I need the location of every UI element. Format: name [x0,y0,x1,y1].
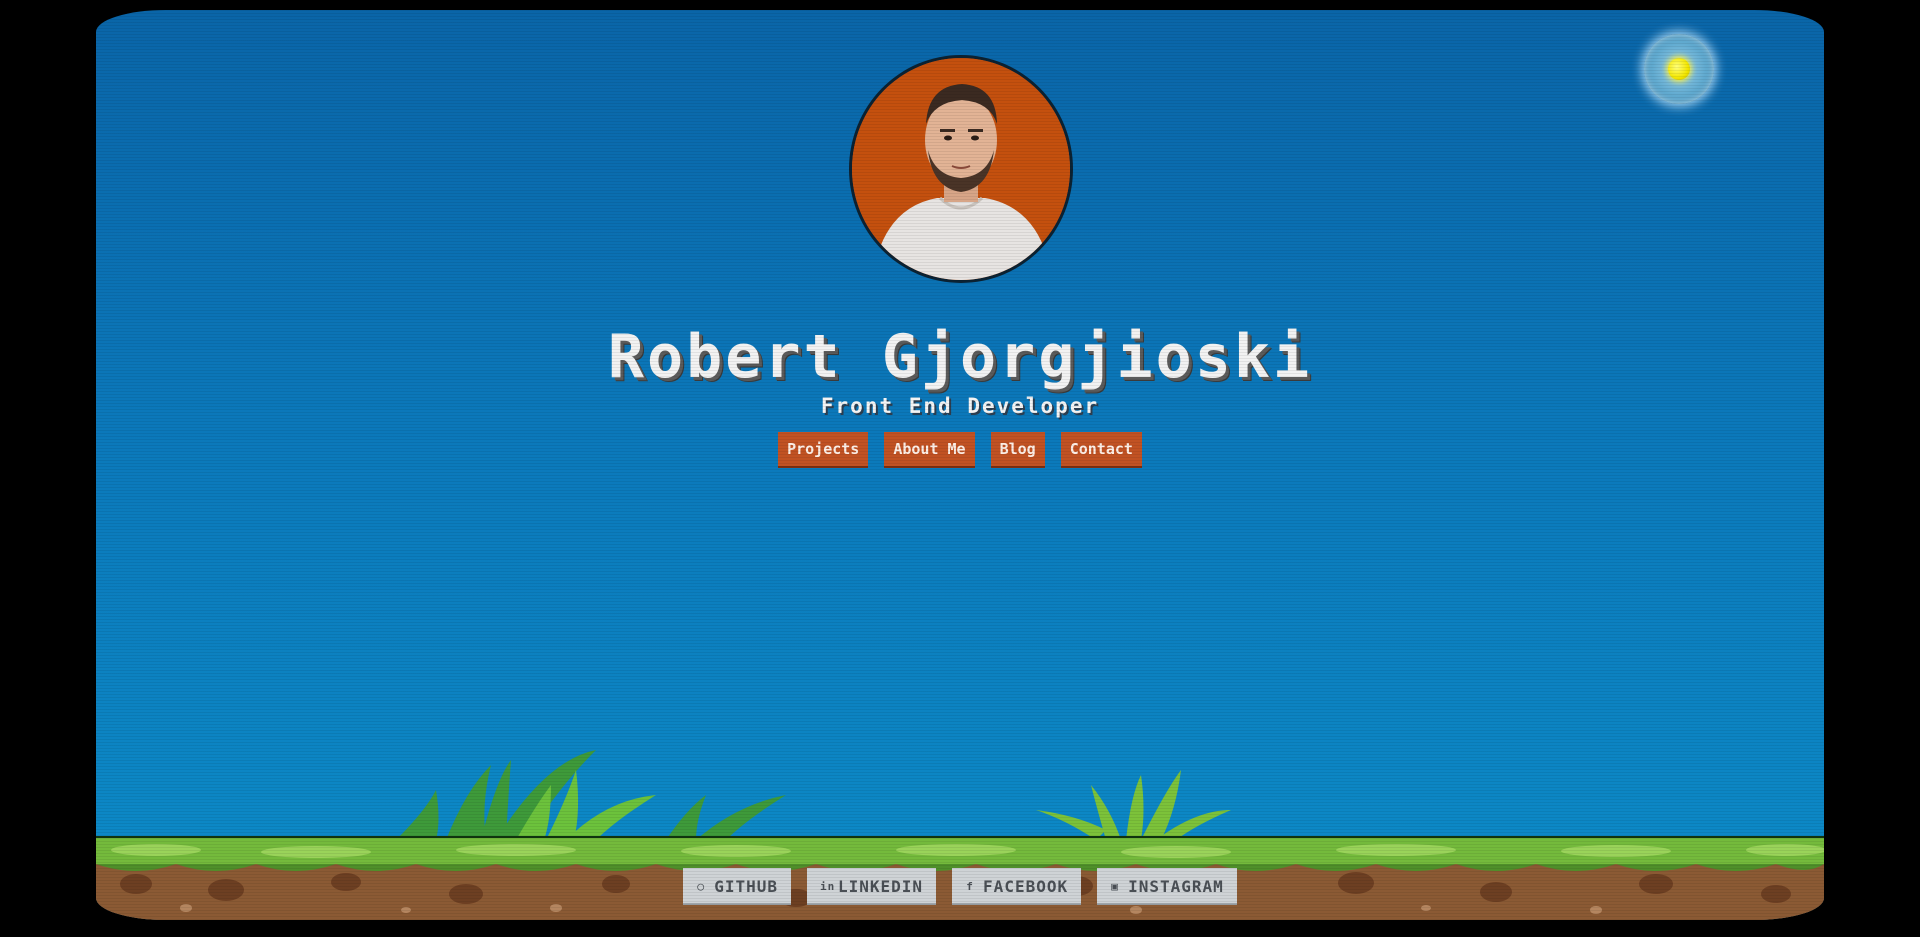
facebook-label: FACEBOOK [983,877,1069,896]
nav-about-button[interactable]: About Me [884,432,975,468]
facebook-link[interactable]: f FACEBOOK [952,868,1082,905]
crt-screen: Robert Gjorgjioski Front End Developer P… [96,10,1824,920]
instagram-label: INSTAGRAM [1128,877,1224,896]
instagram-icon: ▣ [1111,880,1119,893]
social-links: ◯ GITHUB in LINKEDIN f FACEBOOK ▣ INSTAG… [96,868,1824,905]
nav-contact-button[interactable]: Contact [1060,432,1142,468]
page-title: Robert Gjorgjioski [607,322,1313,392]
avatar [849,55,1073,283]
facebook-icon: f [966,880,974,893]
theme-toggle-button[interactable] [1644,34,1714,104]
linkedin-label: LINKEDIN [837,877,924,896]
github-icon: ◯ [697,880,705,893]
github-link[interactable]: ◯ GITHUB [683,868,791,905]
instagram-link[interactable]: ▣ INSTAGRAM [1097,868,1237,905]
sun-icon [1668,58,1690,80]
subtitle: Front End Developer [820,394,1100,418]
nav-projects-button[interactable]: Projects [778,432,869,468]
plants-decoration [396,750,1231,840]
github-label: GITHUB [714,877,778,896]
linkedin-icon: in [819,880,836,893]
main-nav: Projects About Me Blog Contact [96,432,1824,468]
nav-blog-button[interactable]: Blog [990,432,1045,468]
linkedin-link[interactable]: in LINKEDIN [806,868,937,905]
